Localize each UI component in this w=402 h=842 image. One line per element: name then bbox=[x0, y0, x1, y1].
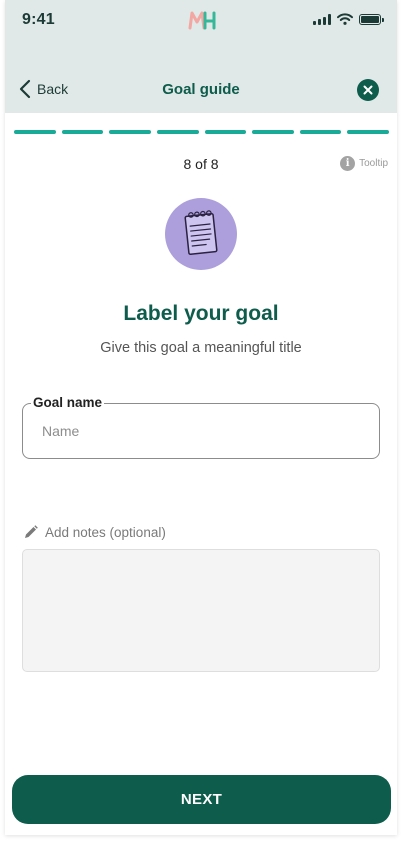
status-time: 9:41 bbox=[22, 11, 55, 28]
progress-segment bbox=[14, 130, 56, 134]
progress-bar bbox=[14, 130, 389, 134]
close-icon bbox=[363, 85, 373, 95]
goal-illustration bbox=[165, 198, 237, 270]
goal-name-field: Goal name bbox=[22, 395, 380, 459]
step-subheading: Give this goal a meaningful title bbox=[100, 340, 302, 356]
goal-name-input[interactable] bbox=[24, 405, 378, 457]
notes-label-text: Add notes (optional) bbox=[45, 524, 166, 540]
step-heading: Label your goal bbox=[123, 302, 279, 325]
next-button[interactable]: NEXT bbox=[12, 775, 391, 824]
header: 9:41 Back Goal guide bbox=[5, 0, 397, 113]
status-icons bbox=[313, 13, 384, 25]
page-title: Goal guide bbox=[162, 81, 240, 98]
progress-segment bbox=[252, 130, 294, 134]
progress-segment bbox=[61, 130, 104, 134]
progress-segment bbox=[204, 130, 247, 134]
wifi-icon bbox=[337, 13, 353, 25]
info-icon: i bbox=[340, 156, 356, 171]
tooltip-label: Tooltip bbox=[359, 158, 388, 169]
progress-segment bbox=[109, 130, 151, 134]
nav-bar: Back Goal guide bbox=[5, 72, 397, 110]
phone-screen: 9:41 Back Goal guide 8 of 8 i Tooltip La… bbox=[5, 0, 397, 835]
app-logo-icon bbox=[188, 11, 216, 30]
progress-segment bbox=[156, 130, 199, 134]
close-button[interactable] bbox=[357, 79, 379, 101]
progress-segment bbox=[299, 130, 342, 134]
tooltip-button[interactable]: i Tooltip bbox=[340, 156, 388, 171]
notes-textarea[interactable] bbox=[22, 549, 380, 672]
step-counter: 8 of 8 bbox=[183, 156, 219, 172]
notepad-icon bbox=[184, 210, 218, 255]
pencil-icon bbox=[25, 525, 38, 538]
battery-icon bbox=[359, 13, 384, 25]
cellular-signal-icon bbox=[313, 13, 331, 25]
notes-label: Add notes (optional) bbox=[23, 524, 166, 540]
progress-segment bbox=[347, 130, 389, 134]
